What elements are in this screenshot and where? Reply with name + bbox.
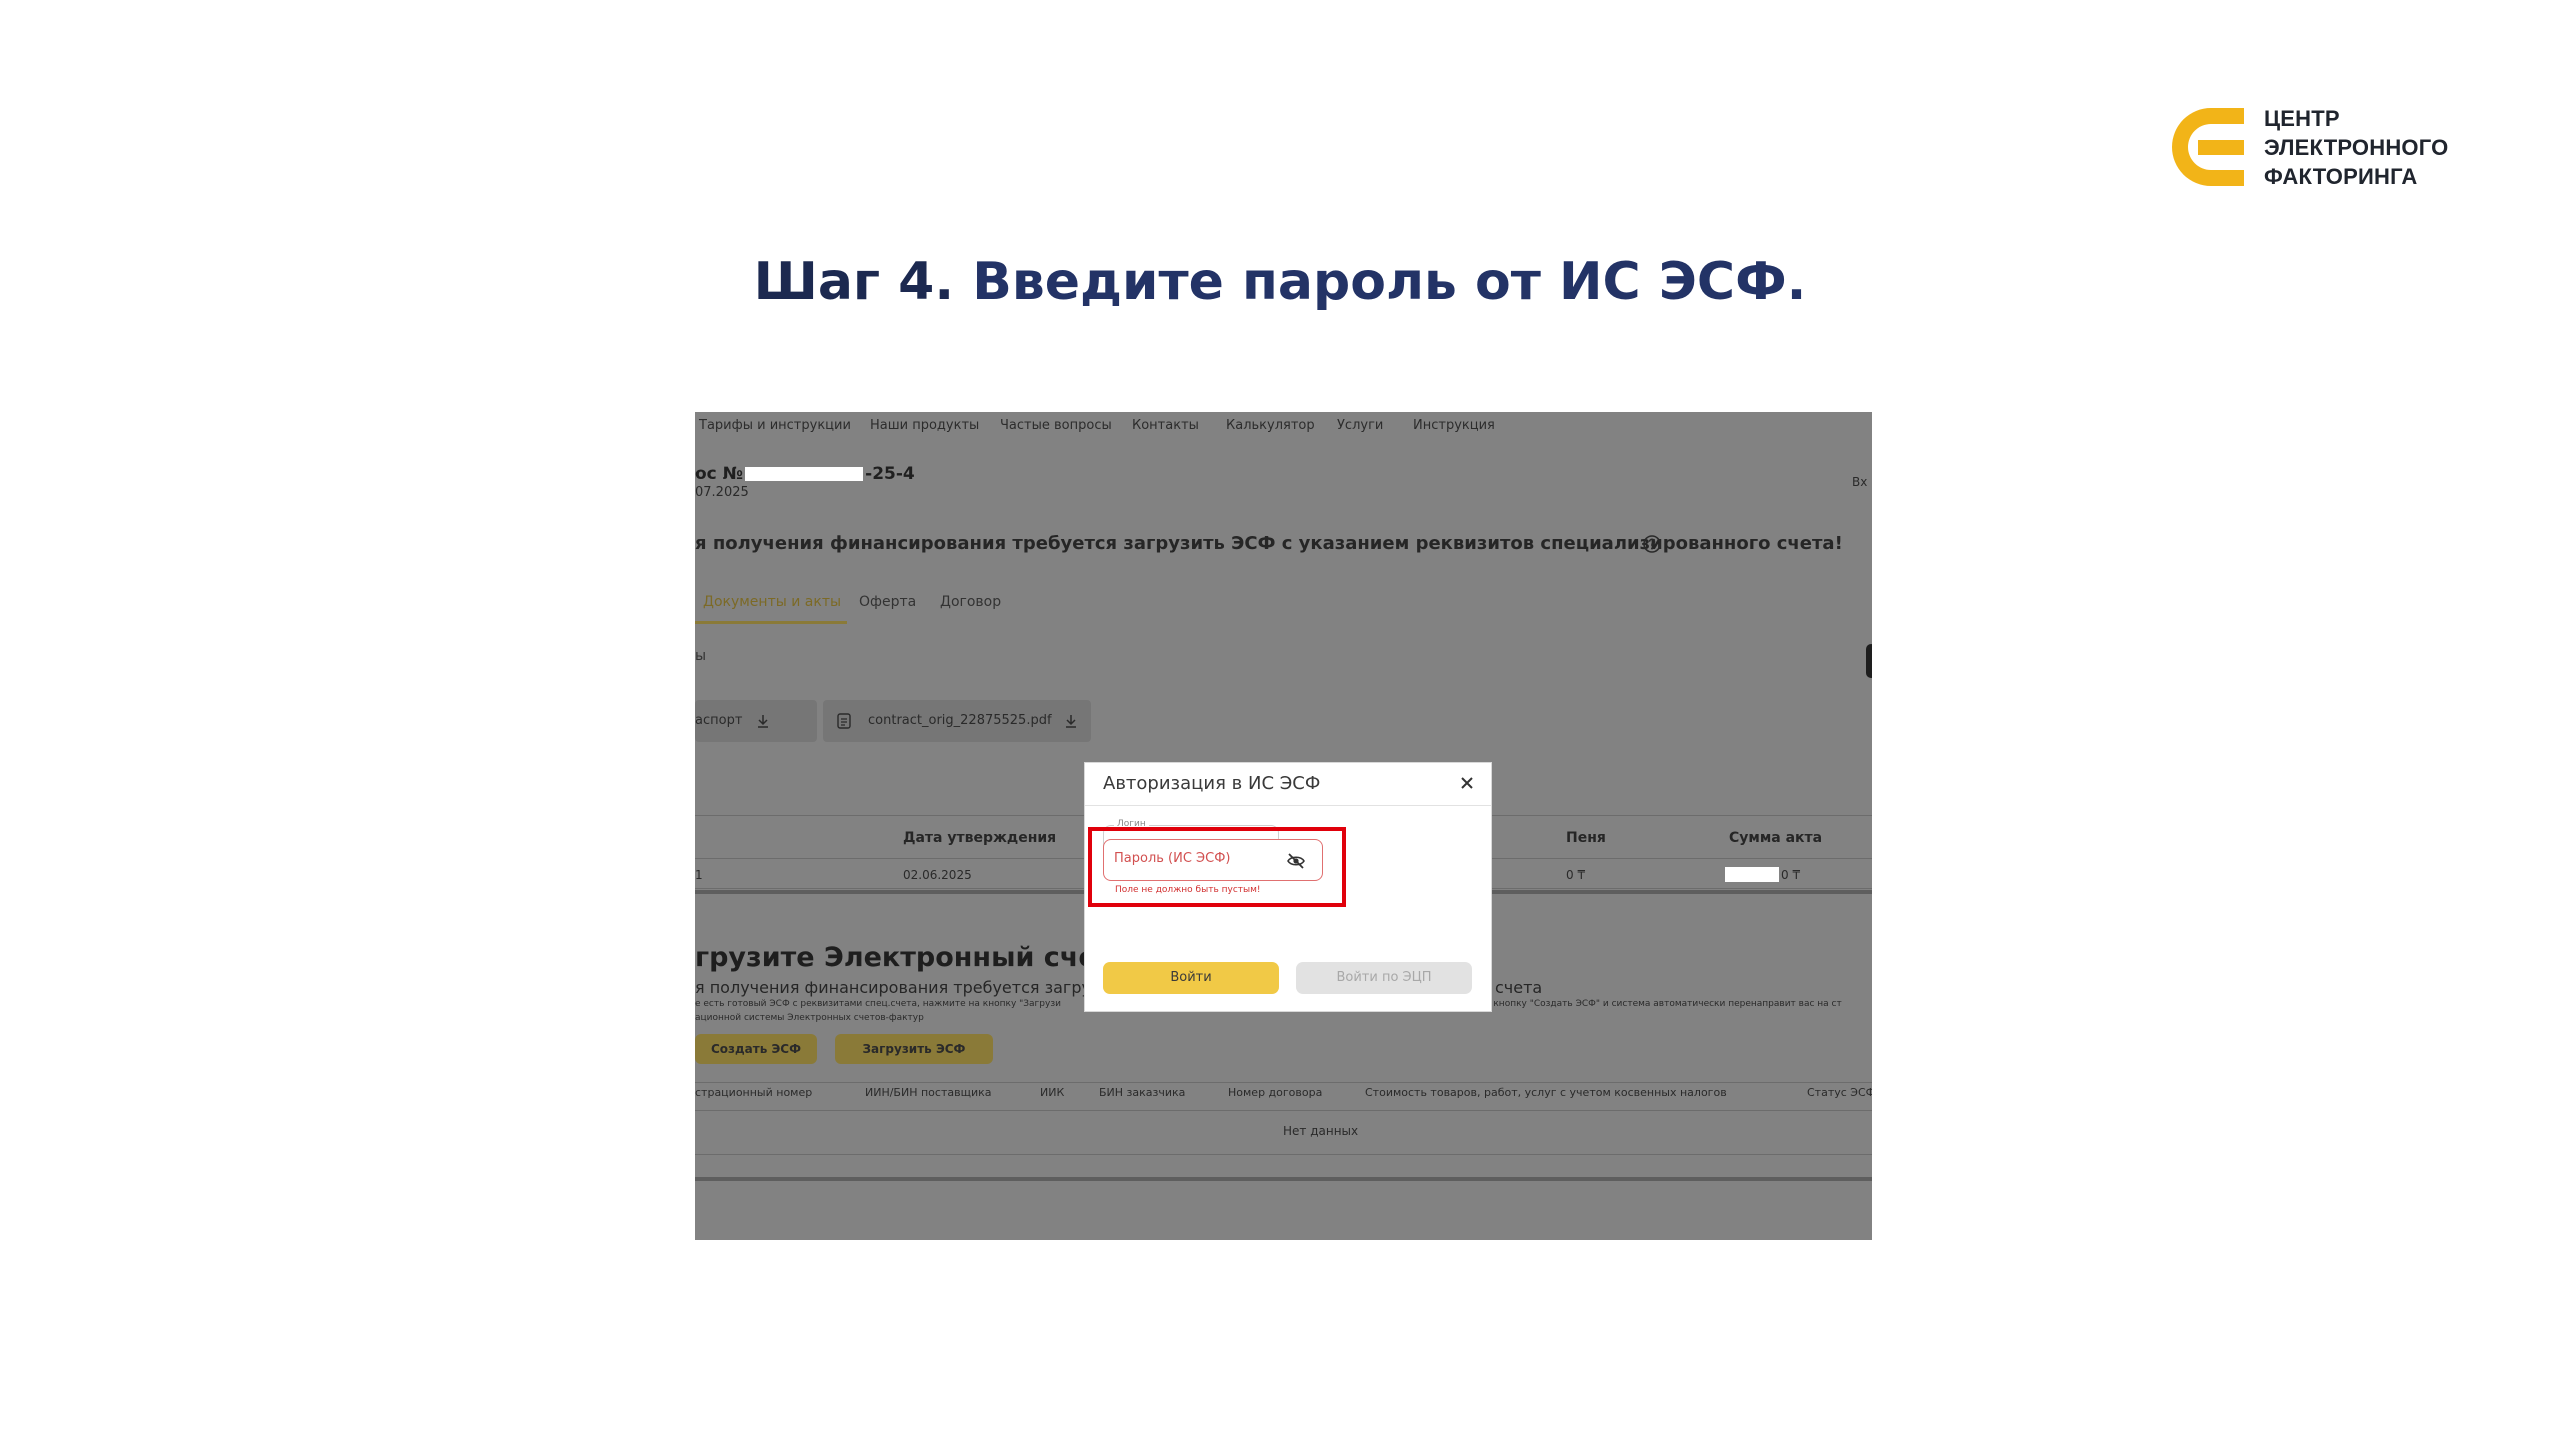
- nav-item[interactable]: Частые вопросы: [1000, 418, 1112, 433]
- deal-number: ос № -25-4: [695, 464, 915, 484]
- app-screenshot: Тарифы и инструкции Наши продукты Частые…: [695, 412, 1872, 1240]
- redacted-block: [745, 467, 864, 481]
- td-date: 02.06.2025: [903, 868, 972, 882]
- nav-item[interactable]: Контакты: [1132, 418, 1199, 433]
- th-approval-date: Дата утверждения: [903, 830, 1057, 846]
- esf-subtext: я получения финансирования требуется заг…: [695, 978, 1129, 997]
- esf-auth-modal: Авторизация в ИС ЭСФ Логин Пароль (ИС ЭС…: [1084, 762, 1492, 1012]
- tab-documents[interactable]: Документы и акты: [703, 594, 841, 610]
- td-amount: 0 ₸: [1781, 868, 1801, 882]
- logo-text: ЦЕНТР ЭЛЕКТРОННОГО ФАКТОРИНГА: [2264, 106, 2449, 189]
- th-supplier-bin: ИИН/БИН поставщика: [865, 1086, 992, 1099]
- logo-mark-icon: [2172, 108, 2244, 186]
- th-reg-number: страционный номер: [695, 1086, 813, 1099]
- bottom-scrollbar[interactable]: [695, 1177, 1872, 1181]
- download-icon[interactable]: [755, 713, 771, 729]
- tab-contract[interactable]: Договор: [940, 594, 1001, 610]
- deal-date: 07.2025: [695, 485, 749, 500]
- th-customer-bin: БИН заказчика: [1099, 1086, 1186, 1099]
- nav-item[interactable]: Инструкция: [1413, 418, 1495, 433]
- redacted-block: [1725, 867, 1779, 882]
- tab-offer[interactable]: Оферта: [859, 594, 916, 610]
- finance-notice: я получения финансирования требуется заг…: [695, 533, 1843, 554]
- upload-esf-button[interactable]: Загрузить ЭСФ: [835, 1034, 993, 1064]
- password-error: Поле не должно быть пустым!: [1115, 885, 1261, 895]
- modal-title: Авторизация в ИС ЭСФ: [1103, 773, 1321, 794]
- create-esf-button[interactable]: Создать ЭСФ: [695, 1034, 817, 1064]
- nav-item[interactable]: Услуги: [1337, 418, 1383, 433]
- modal-header: Авторизация в ИС ЭСФ: [1085, 763, 1491, 806]
- esf-hint-end: а кнопку "Создать ЭСФ" и система автомат…: [1485, 999, 1842, 1009]
- empty-state: Нет данных: [1283, 1124, 1359, 1138]
- th-contract-number: Номер договора: [1228, 1086, 1323, 1099]
- login-button[interactable]: Войти: [1103, 962, 1279, 994]
- side-scroll-handle[interactable]: [1866, 644, 1872, 678]
- step-text: Введите пароль от ИС ЭСФ.: [954, 252, 1807, 312]
- login-ecp-button[interactable]: Войти по ЭЦП: [1296, 962, 1472, 994]
- tab-underline: [695, 621, 847, 624]
- file-chip-passport[interactable]: аспорт: [695, 700, 817, 742]
- esf-hint-line2: ационной системы Электронных счетов-факт…: [695, 1013, 924, 1023]
- close-icon[interactable]: [1455, 771, 1479, 795]
- td-penalty: 0 ₸: [1566, 868, 1586, 882]
- eye-off-icon[interactable]: [1286, 851, 1306, 871]
- file-icon: [837, 713, 851, 729]
- th-penalty: Пеня: [1566, 830, 1606, 846]
- top-right-link[interactable]: Вх: [1852, 475, 1867, 489]
- slide-title: Шаг 4. Введите пароль от ИС ЭСФ.: [0, 252, 2560, 312]
- section-label: ы: [695, 648, 707, 664]
- step-label: Шаг 4.: [753, 252, 955, 312]
- td-first: 1: [695, 868, 703, 882]
- nav-item[interactable]: Калькулятор: [1226, 418, 1315, 433]
- esf-hint: е есть готовый ЭСФ с реквизитами спец.сч…: [695, 999, 1061, 1009]
- download-icon[interactable]: [1063, 713, 1079, 729]
- th-cost: Стоимость товаров, работ, услуг с учетом…: [1365, 1086, 1727, 1099]
- nav-item[interactable]: Тарифы и инструкции: [699, 418, 851, 433]
- nav-item[interactable]: Наши продукты: [870, 418, 979, 433]
- esf-subtext-end: счета: [1495, 978, 1543, 997]
- th-esf-status: Статус ЭСФ: [1807, 1086, 1872, 1099]
- th-act-amount: Сумма акта: [1729, 830, 1823, 846]
- th-iik: ИИК: [1040, 1086, 1065, 1099]
- file-chip-contract[interactable]: contract_orig_22875525.pdf: [823, 700, 1091, 742]
- password-input[interactable]: Пароль (ИС ЭСФ): [1103, 839, 1323, 881]
- password-placeholder: Пароль (ИС ЭСФ): [1114, 851, 1231, 866]
- help-icon[interactable]: [1642, 534, 1662, 554]
